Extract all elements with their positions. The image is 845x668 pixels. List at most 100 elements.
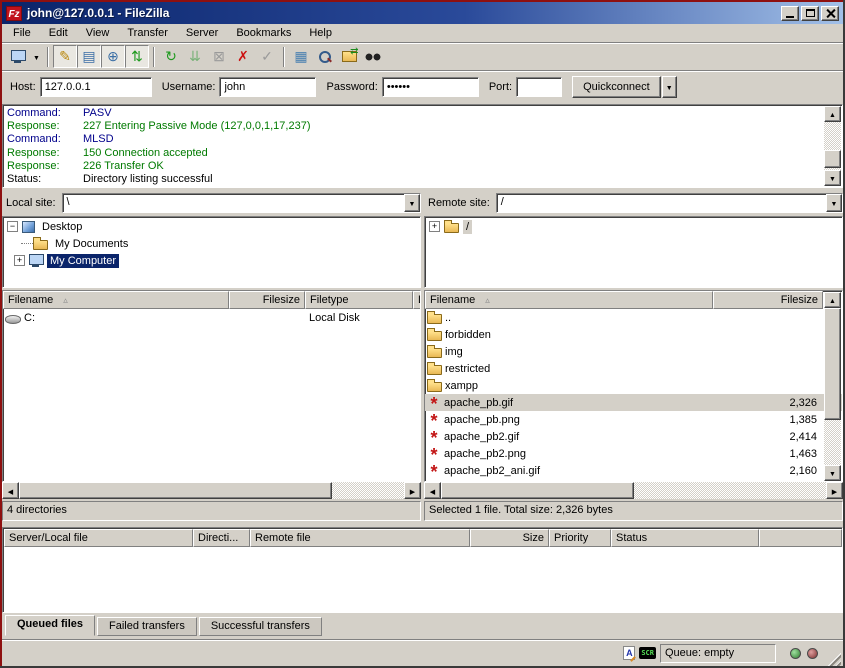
site-manager-icon (11, 50, 25, 63)
tree-item-root[interactable]: / (425, 218, 842, 235)
scroll-down-button[interactable] (824, 170, 841, 186)
column-header-direction[interactable]: Directi... (193, 529, 250, 547)
remote-file-row[interactable]: restricted (425, 360, 842, 377)
port-input[interactable] (516, 77, 562, 97)
transfer-type-icon[interactable] (623, 646, 635, 660)
tree-item-my-documents[interactable]: My Documents (3, 235, 420, 252)
tree-item-desktop[interactable]: Desktop (3, 218, 420, 235)
tree-item-label[interactable]: Desktop (39, 220, 85, 234)
collapse-icon[interactable] (7, 221, 18, 232)
password-input[interactable] (382, 77, 479, 97)
message-log: Command:PASV Response:227 Entering Passi… (2, 104, 843, 188)
local-site-combo[interactable]: \ (62, 193, 421, 213)
tree-item-label-selected[interactable]: / (463, 220, 472, 234)
menu-view[interactable]: View (77, 25, 119, 41)
column-header-priority[interactable]: Priority (549, 529, 611, 547)
scrollbar-thumb[interactable] (19, 482, 332, 499)
toggle-remote-tree-button[interactable]: ⊕ (101, 45, 125, 68)
remote-file-row[interactable]: apache_pb.png1,385 (425, 411, 842, 428)
tab-failed-transfers[interactable]: Failed transfers (97, 617, 197, 636)
column-header-filesize[interactable]: Filesize (229, 291, 305, 309)
scrollbar-thumb[interactable] (824, 150, 841, 168)
tree-item-label[interactable]: My Documents (52, 237, 131, 251)
scroll-left-button[interactable] (2, 482, 19, 499)
close-button[interactable] (821, 6, 839, 21)
computer-icon (29, 254, 43, 267)
log-scrollbar[interactable] (824, 106, 841, 186)
cancel-icon: ⊠ (213, 48, 225, 65)
expand-icon[interactable] (429, 221, 440, 232)
toggle-local-tree-button[interactable]: ▤ (77, 45, 101, 68)
column-header-remote-file[interactable]: Remote file (250, 529, 470, 547)
synchronized-browsing-button[interactable] (337, 45, 361, 68)
menu-transfer[interactable]: Transfer (118, 25, 177, 41)
remote-horizontal-scrollbar[interactable] (424, 482, 843, 499)
refresh-button[interactable]: ↻ (159, 45, 183, 68)
column-header-status[interactable]: Status (611, 529, 759, 547)
menu-file[interactable]: File (4, 25, 40, 41)
username-input[interactable] (219, 77, 316, 97)
remote-file-row[interactable]: apache_pb2_ani.gif2,160 (425, 462, 842, 479)
receive-activity-led (790, 648, 801, 659)
title-bar[interactable]: Fz john@127.0.0.1 - FileZilla (2, 2, 843, 24)
local-site-dropdown[interactable] (404, 194, 420, 212)
toggle-queue-button[interactable]: ⇅ (125, 45, 149, 68)
host-input[interactable] (40, 77, 152, 97)
tab-successful-transfers[interactable]: Successful transfers (199, 617, 322, 636)
confirm-button[interactable]: ✓ (255, 45, 279, 68)
quickconnect-dropdown[interactable] (662, 76, 677, 98)
cancel-operation-button[interactable]: ⊠ (207, 45, 231, 68)
resize-grip[interactable] (826, 651, 841, 666)
scrollbar-thumb[interactable] (824, 308, 841, 420)
local-site-row: Local site: \ (2, 192, 421, 214)
process-queue-button[interactable]: ⇊ (183, 45, 207, 68)
remote-vertical-scrollbar[interactable] (824, 292, 841, 481)
scroll-up-button[interactable] (824, 292, 841, 308)
toggle-message-log-button[interactable]: ✎ (53, 45, 77, 68)
scroll-right-button[interactable] (826, 482, 843, 499)
column-header-filename[interactable]: Filename (425, 291, 713, 309)
remote-site-dropdown[interactable] (826, 194, 842, 212)
remote-file-row[interactable]: img (425, 343, 842, 360)
maximize-button[interactable] (801, 6, 819, 21)
filter-button[interactable] (313, 45, 337, 68)
remote-file-row-selected[interactable]: apache_pb.gif2,326 (425, 394, 842, 411)
column-header-filetype[interactable]: Filetype (305, 291, 413, 309)
scroll-up-button[interactable] (824, 106, 841, 122)
minimize-button[interactable] (781, 6, 799, 21)
remote-site-combo[interactable]: / (496, 193, 843, 213)
column-header-last-modified[interactable]: L (413, 291, 421, 309)
menu-bookmarks[interactable]: Bookmarks (227, 25, 300, 41)
local-file-row[interactable]: C: Local Disk (3, 309, 420, 326)
column-header-filesize[interactable]: Filesize (713, 291, 823, 309)
local-site-value[interactable]: \ (63, 194, 404, 212)
local-pane: Local site: \ Desktop My Documents (2, 190, 421, 523)
remote-file-row[interactable]: apache_pb2.png1,463 (425, 445, 842, 462)
column-header-server-local-file[interactable]: Server/Local file (4, 529, 193, 547)
scroll-left-button[interactable] (424, 482, 441, 499)
tab-queued-files[interactable]: Queued files (5, 615, 95, 636)
remote-file-row[interactable]: apache_pb2.gif2,414 (425, 428, 842, 445)
remote-file-row[interactable]: forbidden (425, 326, 842, 343)
quickconnect-button[interactable]: Quickconnect (572, 76, 661, 98)
scroll-down-button[interactable] (824, 465, 841, 481)
local-horizontal-scrollbar[interactable] (2, 482, 421, 499)
scroll-right-button[interactable] (404, 482, 421, 499)
site-manager-dropdown[interactable] (30, 45, 43, 68)
find-button[interactable] (361, 45, 385, 68)
scrollbar-thumb[interactable] (441, 482, 634, 499)
tree-item-label-selected[interactable]: My Computer (47, 254, 119, 268)
remote-site-value[interactable]: / (497, 194, 826, 212)
directory-comparison-button[interactable]: ▦ (289, 45, 313, 68)
remote-file-row[interactable]: .. (425, 309, 842, 326)
menu-edit[interactable]: Edit (40, 25, 77, 41)
column-header-filename[interactable]: Filename (3, 291, 229, 309)
expand-icon[interactable] (14, 255, 25, 266)
menu-help[interactable]: Help (300, 25, 341, 41)
tree-item-my-computer[interactable]: My Computer (3, 252, 420, 269)
remote-file-row[interactable]: xampp (425, 377, 842, 394)
column-header-size[interactable]: Size (470, 529, 549, 547)
site-manager-button[interactable] (6, 45, 30, 68)
menu-server[interactable]: Server (177, 25, 227, 41)
disconnect-button[interactable]: ✗ (231, 45, 255, 68)
